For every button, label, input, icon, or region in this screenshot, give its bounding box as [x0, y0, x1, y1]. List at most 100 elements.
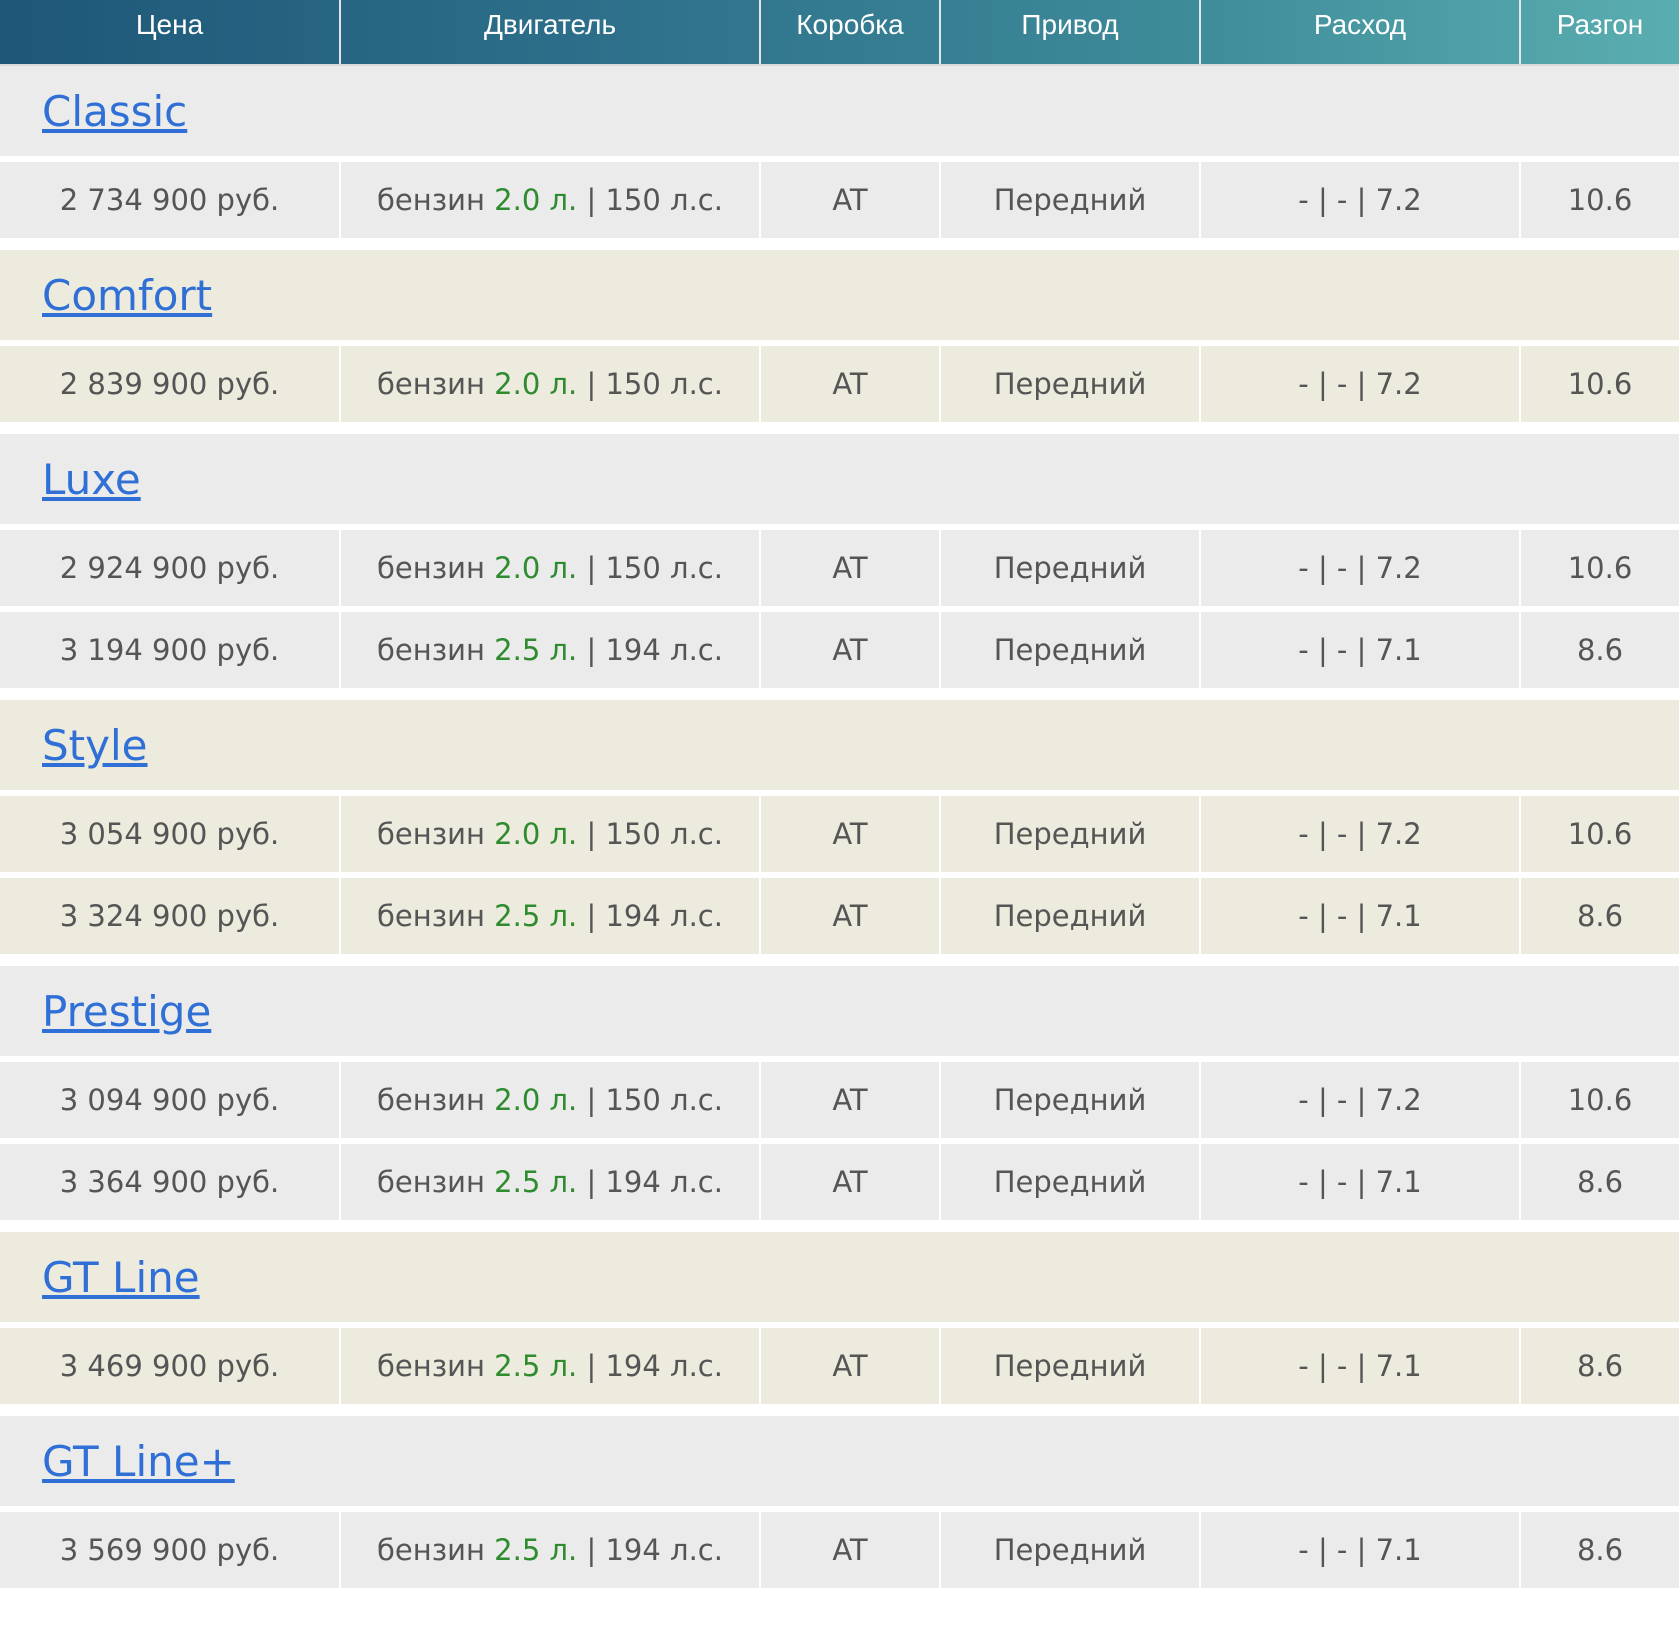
price-cell: 2 734 900 руб. [0, 162, 341, 238]
drive-cell: Передний [941, 1144, 1201, 1220]
engine-volume: 2.0 л. [494, 367, 578, 401]
engine-volume: 2.5 л. [494, 633, 578, 667]
trim-link[interactable]: Comfort [42, 271, 212, 320]
consumption-cell: - | - | 7.2 [1201, 530, 1521, 606]
trim-link[interactable]: GT Line+ [42, 1437, 235, 1486]
engine-volume: 2.0 л. [494, 817, 578, 851]
engine-power: | 150 л.с. [586, 817, 723, 851]
trim-header-row: Luxe [0, 434, 1679, 530]
trim-link[interactable]: Prestige [42, 987, 211, 1036]
engine-power: | 150 л.с. [586, 1083, 723, 1117]
engine-power: | 150 л.с. [586, 183, 723, 217]
engine-volume: 2.5 л. [494, 1349, 578, 1383]
table-row: 2 734 900 руб. бензин 2.0 л. | 150 л.с. AT… [0, 162, 1679, 238]
fuel-type: бензин [377, 1165, 485, 1199]
engine-cell: бензин 2.5 л. | 194 л.с. [341, 1328, 761, 1404]
fuel-type: бензин [377, 1349, 485, 1383]
consumption-cell: - | - | 7.2 [1201, 162, 1521, 238]
price-cell: 3 094 900 руб. [0, 1062, 341, 1138]
header-acceleration: Разгон [1556, 9, 1644, 40]
gearbox-cell: AT [761, 1328, 941, 1404]
gearbox-cell: AT [761, 796, 941, 872]
header-price: Цена [0, 0, 341, 64]
trim-link[interactable]: Style [42, 721, 148, 770]
engine-volume: 2.0 л. [494, 551, 578, 585]
price-cell: 2 924 900 руб. [0, 530, 341, 606]
trim-header-row: Classic [0, 66, 1679, 162]
table-row: 3 054 900 руб. бензин 2.0 л. | 150 л.с. AT… [0, 796, 1679, 878]
engine-power: | 150 л.с. [586, 367, 723, 401]
trim-header-row: Style [0, 700, 1679, 796]
engine-power: | 194 л.с. [586, 1349, 723, 1383]
table-header: Цена Двигатель Коробка Привод Расход Раз… [0, 0, 1679, 66]
engine-power: | 194 л.с. [586, 1533, 723, 1567]
table-row: 3 324 900 руб. бензин 2.5 л. | 194 л.с. AT… [0, 878, 1679, 954]
fuel-type: бензин [377, 367, 485, 401]
fuel-type: бензин [377, 899, 485, 933]
acceleration-cell: 10.6 [1567, 183, 1633, 217]
gearbox-cell: AT [761, 878, 941, 954]
acceleration-cell: 10.6 [1567, 817, 1633, 851]
gearbox-cell: AT [761, 530, 941, 606]
engine-power: | 150 л.с. [586, 551, 723, 585]
table-row: 3 094 900 руб. бензин 2.0 л. | 150 л.с. AT… [0, 1062, 1679, 1144]
consumption-cell: - | - | 7.2 [1201, 796, 1521, 872]
header-gearbox: Коробка [761, 0, 941, 64]
trim-link[interactable]: GT Line [42, 1253, 200, 1302]
trim-group: GT Line 3 469 900 руб. бензин 2.5 л. | 194… [0, 1232, 1679, 1404]
price-cell: 3 054 900 руб. [0, 796, 341, 872]
price-cell: 3 569 900 руб. [0, 1512, 341, 1588]
header-engine: Двигатель [341, 0, 761, 64]
fuel-type: бензин [377, 633, 485, 667]
drive-cell: Передний [941, 796, 1201, 872]
engine-cell: бензин 2.0 л. | 150 л.с. [341, 162, 761, 238]
trim-group: Prestige 3 094 900 руб. бензин 2.0 л. | 15… [0, 966, 1679, 1220]
consumption-cell: - | - | 7.1 [1201, 878, 1521, 954]
acceleration-cell: 8.6 [1576, 1165, 1624, 1199]
trim-group: GT Line+ 3 569 900 руб. бензин 2.5 л. | 19… [0, 1416, 1679, 1588]
engine-cell: бензин 2.5 л. | 194 л.с. [341, 878, 761, 954]
engine-cell: бензин 2.0 л. | 150 л.с. [341, 346, 761, 422]
acceleration-cell: 10.6 [1567, 551, 1633, 585]
table-body: Classic 2 734 900 руб. бензин 2.0 л. | 150… [0, 66, 1679, 1588]
acceleration-cell: 10.6 [1567, 1083, 1633, 1117]
engine-volume: 2.0 л. [494, 1083, 578, 1117]
gearbox-cell: AT [761, 1144, 941, 1220]
price-cell: 3 364 900 руб. [0, 1144, 341, 1220]
price-cell: 3 194 900 руб. [0, 612, 341, 688]
engine-power: | 194 л.с. [586, 1165, 723, 1199]
fuel-type: бензин [377, 1083, 485, 1117]
trim-link[interactable]: Luxe [42, 455, 141, 504]
drive-cell: Передний [941, 1328, 1201, 1404]
engine-cell: бензин 2.5 л. | 194 л.с. [341, 1144, 761, 1220]
trim-price-table: Цена Двигатель Коробка Привод Расход Раз… [0, 0, 1679, 1588]
gearbox-cell: AT [761, 1512, 941, 1588]
trim-group: Style 3 054 900 руб. бензин 2.0 л. | 150 л… [0, 700, 1679, 954]
fuel-type: бензин [377, 1533, 485, 1567]
acceleration-cell: 8.6 [1576, 1349, 1624, 1383]
trim-link[interactable]: Classic [42, 87, 187, 136]
drive-cell: Передний [941, 1512, 1201, 1588]
table-row: 3 469 900 руб. бензин 2.5 л. | 194 л.с. AT… [0, 1328, 1679, 1404]
fuel-type: бензин [377, 551, 485, 585]
table-row: 3 364 900 руб. бензин 2.5 л. | 194 л.с. AT… [0, 1144, 1679, 1220]
engine-cell: бензин 2.0 л. | 150 л.с. [341, 1062, 761, 1138]
drive-cell: Передний [941, 530, 1201, 606]
trim-group: Luxe 2 924 900 руб. бензин 2.0 л. | 150 л.… [0, 434, 1679, 688]
engine-power: | 194 л.с. [586, 899, 723, 933]
table-row: 3 194 900 руб. бензин 2.5 л. | 194 л.с. AT… [0, 612, 1679, 688]
trim-header-row: Comfort [0, 250, 1679, 346]
gearbox-cell: AT [761, 612, 941, 688]
engine-cell: бензин 2.5 л. | 194 л.с. [341, 612, 761, 688]
trim-group: Classic 2 734 900 руб. бензин 2.0 л. | 150… [0, 66, 1679, 238]
consumption-cell: - | - | 7.1 [1201, 1512, 1521, 1588]
drive-cell: Передний [941, 878, 1201, 954]
engine-volume: 2.5 л. [494, 1533, 578, 1567]
consumption-cell: - | - | 7.1 [1201, 612, 1521, 688]
drive-cell: Передний [941, 612, 1201, 688]
engine-volume: 2.5 л. [494, 1165, 578, 1199]
engine-volume: 2.5 л. [494, 899, 578, 933]
gearbox-cell: AT [761, 346, 941, 422]
engine-cell: бензин 2.0 л. | 150 л.с. [341, 796, 761, 872]
table-row: 3 569 900 руб. бензин 2.5 л. | 194 л.с. AT… [0, 1512, 1679, 1588]
